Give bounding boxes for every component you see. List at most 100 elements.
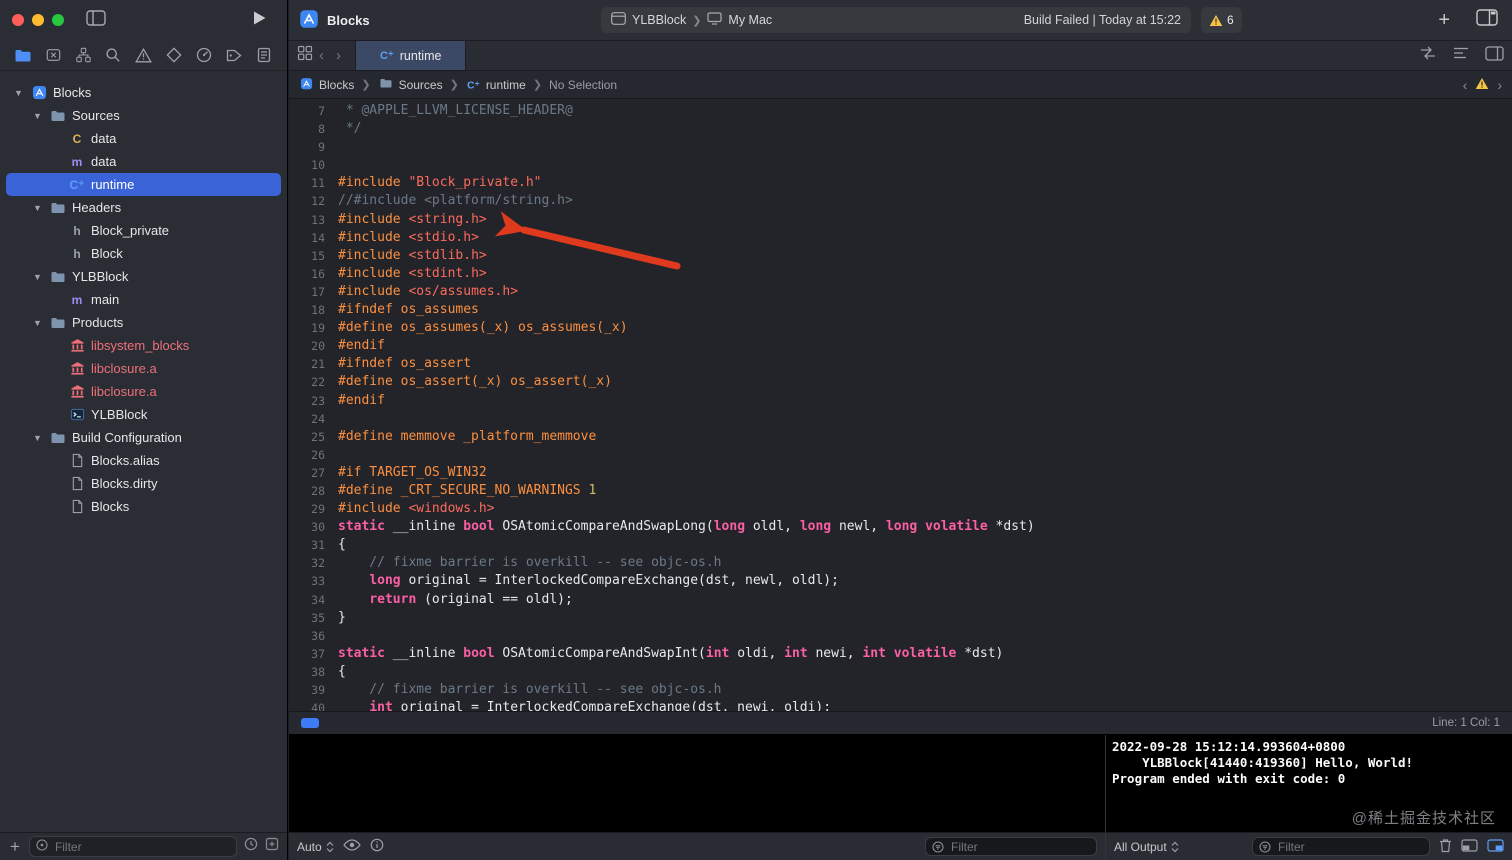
line-number[interactable]: 18 [289,301,332,319]
breadcrumb-item[interactable]: No Selection [549,78,617,92]
variables-filter-field[interactable] [925,837,1097,856]
tree-item-ylbblock[interactable]: ▼ YLBBlock [6,265,281,288]
tree-item-ylbblock[interactable]: YLBBlock [6,403,281,426]
disclosure-triangle-icon[interactable]: ▼ [31,272,44,282]
toggle-console-view-icon[interactable] [1487,838,1504,855]
recents-filter-icon[interactable] [244,837,258,856]
issue-warning-icon[interactable] [1475,77,1489,93]
build-status-text[interactable]: Build Failed | Today at 15:22 [1024,13,1181,27]
line-number[interactable]: 35 [289,609,332,627]
line-number[interactable]: 14 [289,229,332,247]
report-navigator-icon[interactable] [254,45,274,65]
destination-name[interactable]: My Mac [728,13,772,27]
line-number[interactable]: 8 [289,120,332,138]
focused-editor-indicator[interactable] [301,718,319,728]
source-editor[interactable]: 7 * @APPLE_LLVM_LICENSE_HEADER@ 8 */9 10 11… [289,99,1512,711]
navigator-filter-field[interactable] [28,836,237,857]
console-pane[interactable]: 2022-09-28 15:12:14.993604+0800 YLBBlock… [1106,735,1512,860]
tree-item-libclosure-a[interactable]: libclosure.a [6,357,281,380]
tree-item-libclosure-a[interactable]: libclosure.a [6,380,281,403]
line-number[interactable]: 12 [289,192,332,210]
warning-count-badge[interactable]: 6 [1201,7,1242,33]
previous-issue-icon[interactable]: ‹ [1463,77,1468,93]
line-number[interactable]: 25 [289,428,332,446]
scheme-name[interactable]: YLBBlock [632,13,686,27]
inspector-toggle-icon[interactable] [1485,45,1504,66]
line-number[interactable]: 39 [289,681,332,699]
info-icon[interactable] [370,838,384,855]
add-editor-button[interactable]: + [1438,10,1450,30]
line-number[interactable]: 10 [289,156,332,174]
line-number[interactable]: 26 [289,446,332,464]
zoom-window-button[interactable] [52,14,64,26]
line-number[interactable]: 28 [289,482,332,500]
line-number[interactable]: 19 [289,319,332,337]
line-number[interactable]: 32 [289,554,332,572]
navigator-filter-input[interactable] [52,838,230,855]
tree-item-blocks[interactable]: ▼ Blocks [6,81,281,104]
console-scope-popup[interactable]: All Output [1114,840,1179,854]
console-filter-field[interactable] [1252,837,1430,856]
tree-item-data[interactable]: m data [6,150,281,173]
activity-scheme-pill[interactable]: YLBBlock ❯ My Mac Build Failed | Today a… [601,7,1191,33]
tree-item-build-configuration[interactable]: ▼ Build Configuration [6,426,281,449]
line-number[interactable]: 11 [289,174,332,192]
line-number[interactable]: 16 [289,265,332,283]
source-control-navigator-icon[interactable] [43,45,63,65]
code-review-icon[interactable] [1419,46,1437,65]
line-number[interactable]: 23 [289,392,332,410]
line-number[interactable]: 7 [289,102,332,120]
line-number[interactable]: 15 [289,247,332,265]
tab-runtime[interactable]: C⁺ runtime [355,41,467,70]
next-issue-icon[interactable]: › [1497,77,1502,93]
scm-status-filter-icon[interactable] [265,837,279,856]
show-all-tabs-icon[interactable] [297,45,313,66]
disclosure-triangle-icon[interactable]: ▼ [31,203,44,213]
variables-filter-input[interactable] [949,838,1073,855]
symbol-navigator-icon[interactable] [73,45,93,65]
line-number[interactable]: 30 [289,518,332,536]
go-back-button[interactable]: ‹ [313,47,330,64]
line-number[interactable]: 34 [289,591,332,609]
tree-item-main[interactable]: m main [6,288,281,311]
line-number[interactable]: 31 [289,536,332,554]
close-window-button[interactable] [12,14,24,26]
tree-item-blocks-alias[interactable]: Blocks.alias [6,449,281,472]
line-number[interactable]: 22 [289,373,332,391]
tree-item-blocks[interactable]: Blocks [6,495,281,518]
disclosure-triangle-icon[interactable]: ▼ [12,88,25,98]
line-number[interactable]: 29 [289,500,332,518]
line-number[interactable]: 38 [289,663,332,681]
line-number[interactable]: 36 [289,627,332,645]
sidebar-toggle-icon[interactable] [86,9,106,31]
tree-item-data[interactable]: Cdata [6,127,281,150]
tree-item-sources[interactable]: ▼ Sources [6,104,281,127]
tree-item-block-private[interactable]: h Block_private [6,219,281,242]
breadcrumb-item[interactable]: Blocks [299,76,354,94]
breadcrumb-item[interactable]: C⁺ runtime [466,78,526,92]
line-number[interactable]: 27 [289,464,332,482]
find-navigator-icon[interactable] [103,45,123,65]
debug-navigator-icon[interactable] [194,45,214,65]
line-number[interactable]: 37 [289,645,332,663]
line-number[interactable]: 9 [289,138,332,156]
line-number[interactable]: 13 [289,211,332,229]
minimap-options-icon[interactable] [1453,46,1469,65]
go-forward-button[interactable]: › [330,47,347,64]
disclosure-triangle-icon[interactable]: ▼ [31,318,44,328]
tree-item-block[interactable]: h Block [6,242,281,265]
toggle-variables-view-icon[interactable] [1461,838,1478,855]
line-number[interactable]: 40 [289,699,332,711]
console-filter-input[interactable] [1276,838,1400,855]
variables-scope-popup[interactable]: Auto [297,840,334,854]
breadcrumb-item[interactable]: Sources [378,76,443,93]
line-number[interactable]: 21 [289,355,332,373]
tree-item-blocks-dirty[interactable]: Blocks.dirty [6,472,281,495]
clear-console-trash-icon[interactable] [1439,838,1452,856]
line-number[interactable]: 33 [289,572,332,590]
minimize-window-button[interactable] [32,14,44,26]
tree-item-products[interactable]: ▼ Products [6,311,281,334]
quicklook-eye-icon[interactable] [342,839,361,854]
test-navigator-icon[interactable] [164,45,184,65]
disclosure-triangle-icon[interactable]: ▼ [31,433,44,443]
